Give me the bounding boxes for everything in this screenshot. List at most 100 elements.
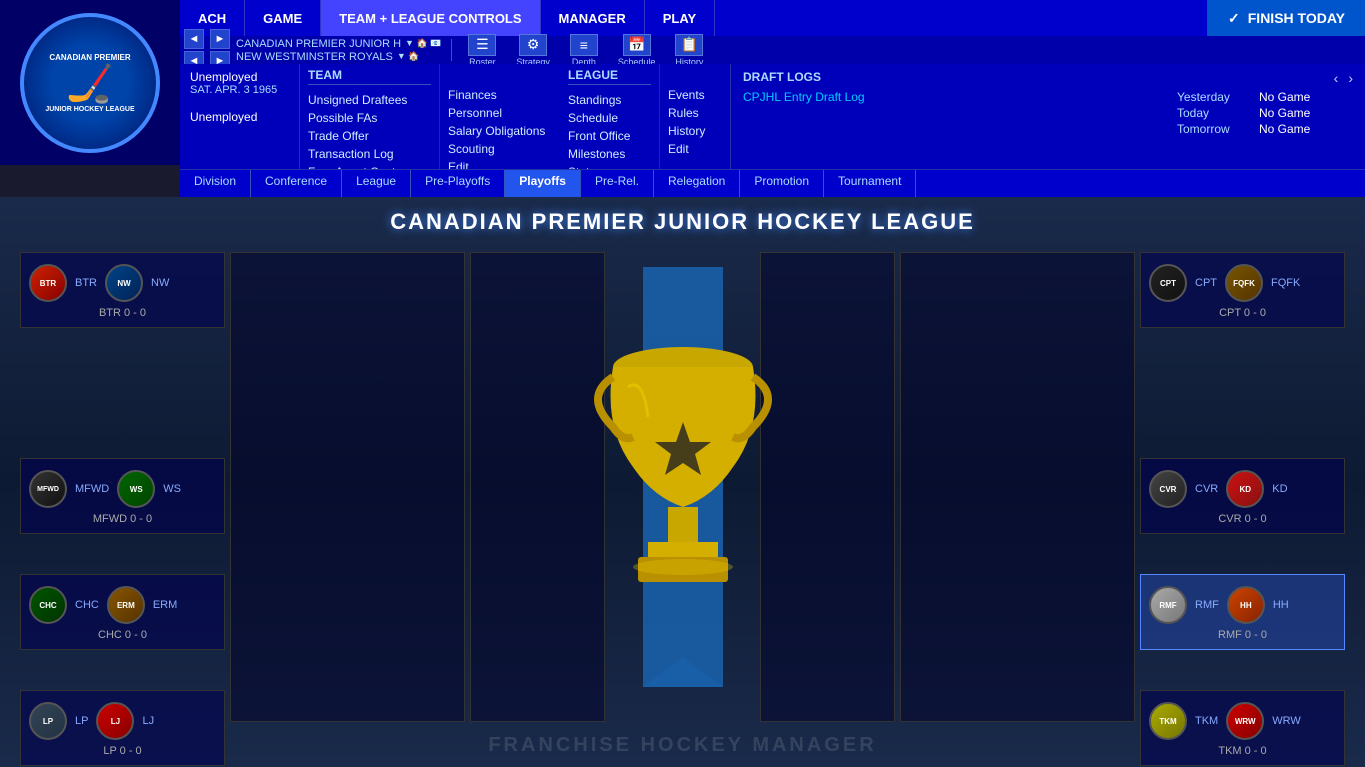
depth-button[interactable]: ≡ Depth — [564, 33, 604, 68]
logo-mfwd: MFWD — [29, 470, 67, 508]
tab-tournament[interactable]: Tournament — [824, 170, 916, 197]
team-link-1[interactable]: CANADIAN PREMIER JUNIOR H ▼ 🏠 📧 — [236, 38, 441, 50]
matchup-tkm-wrw[interactable]: TKM TKM WRW WRW TKM 0 - 0 — [1140, 690, 1345, 766]
schedule-link[interactable]: Schedule — [568, 109, 651, 127]
team-abbr-mfwd: MFWD — [75, 483, 109, 495]
cal-prev-arrow[interactable]: ‹ — [1334, 70, 1339, 86]
matchup-cpt-fqfk[interactable]: CPT CPT FQFK FQFK CPT 0 - 0 — [1140, 252, 1345, 328]
league-edit-link[interactable]: Edit — [668, 140, 722, 158]
logo-cpt: CPT — [1149, 264, 1187, 302]
history-link[interactable]: History — [668, 122, 722, 140]
rules-link[interactable]: Rules — [668, 104, 722, 122]
finances-link[interactable]: Finances — [448, 86, 552, 104]
nav-team-league[interactable]: TEAM + LEAGUE CONTROLS — [321, 0, 540, 36]
check-icon: ✓ — [1228, 10, 1240, 27]
trade-offer[interactable]: Trade Offer — [308, 127, 431, 145]
finish-today-button[interactable]: ✓ FINISH TODAY — [1207, 0, 1365, 36]
trophy-display — [583, 262, 783, 692]
logo-lp: LP — [29, 702, 67, 740]
hockey-player-icon: 🏒 — [66, 62, 113, 106]
draft-log-link[interactable]: CPJHL Entry Draft Log — [743, 90, 865, 104]
nav-play[interactable]: PLAY — [645, 0, 715, 36]
team-abbr-tkm: TKM — [1195, 715, 1218, 727]
cal-next-arrow[interactable]: › — [1348, 70, 1353, 86]
nav-game[interactable]: GAME — [245, 0, 321, 36]
score-mfwd-ws: MFWD 0 - 0 — [29, 513, 216, 525]
score-tkm-wrw: TKM 0 - 0 — [1149, 745, 1336, 757]
score-btr-nw: BTR 0 - 0 — [29, 307, 216, 319]
tab-promotion[interactable]: Promotion — [740, 170, 824, 197]
unsigned-draftees[interactable]: Unsigned Draftees — [308, 91, 431, 109]
matchup-mfwd-ws[interactable]: MFWD MFWD WS WS MFWD 0 - 0 — [20, 458, 225, 534]
logo-hh: HH — [1227, 586, 1265, 624]
league-menu-title: LEAGUE — [568, 68, 651, 85]
tomorrow-value: No Game — [1259, 122, 1310, 136]
logo-fqfk: FQFK — [1225, 264, 1263, 302]
team-abbr-wrw: WRW — [1272, 715, 1301, 727]
tab-pre-rel[interactable]: Pre-Rel. — [581, 170, 654, 197]
fhm-watermark: FRANCHISE HOCKEY MANAGER — [488, 734, 876, 757]
tab-relegation[interactable]: Relegation — [654, 170, 740, 197]
scouting-link[interactable]: Scouting — [448, 140, 552, 158]
team-abbr-lp: LP — [75, 715, 88, 727]
team-abbr-kd: KD — [1272, 483, 1287, 495]
score-cvr-kd: CVR 0 - 0 — [1149, 513, 1336, 525]
logo-cvr: CVR — [1149, 470, 1187, 508]
score-rmf-hh: RMF 0 - 0 — [1149, 629, 1336, 641]
yesterday-label: Yesterday — [1177, 90, 1247, 104]
logo-tkm: TKM — [1149, 702, 1187, 740]
tab-division[interactable]: Division — [180, 170, 251, 197]
history-button[interactable]: 📋 History — [669, 33, 709, 68]
nav-next-arrow[interactable]: ► — [210, 29, 230, 49]
team-abbr-rmf: RMF — [1195, 599, 1219, 611]
tab-pre-playoffs[interactable]: Pre-Playoffs — [411, 170, 505, 197]
matchup-btr-nw[interactable]: BTR BTR NW NW BTR 0 - 0 — [20, 252, 225, 328]
tab-league[interactable]: League — [342, 170, 411, 197]
logo-kd: KD — [1226, 470, 1264, 508]
personnel-link[interactable]: Personnel — [448, 104, 552, 122]
standings-link[interactable]: Standings — [568, 91, 651, 109]
page-title: CANADIAN PREMIER JUNIOR HOCKEY LEAGUE — [0, 197, 1365, 247]
schedule-button[interactable]: 📅 Schedule — [612, 33, 662, 68]
roster-button[interactable]: ☰ Roster — [462, 33, 502, 68]
team-abbr-btr: BTR — [75, 277, 97, 289]
front-office-link[interactable]: Front Office — [568, 127, 651, 145]
today-label: Today — [1177, 106, 1247, 120]
team-link-2[interactable]: NEW WESTMINSTER ROYALS ▼ 🏠 — [236, 51, 441, 63]
team-abbr-cvr: CVR — [1195, 483, 1218, 495]
team-abbr-erm: ERM — [153, 599, 177, 611]
tomorrow-label: Tomorrow — [1177, 122, 1247, 136]
milestones-link[interactable]: Milestones — [568, 145, 651, 163]
logo-nw: NW — [105, 264, 143, 302]
strategy-button[interactable]: ⚙ Strategy — [510, 33, 556, 68]
matchup-chc-erm[interactable]: CHC CHC ERM ERM CHC 0 - 0 — [20, 574, 225, 650]
user-role: Unemployed — [190, 110, 289, 124]
team-abbr-hh: HH — [1273, 599, 1289, 611]
matchup-cvr-kd[interactable]: CVR CVR KD KD CVR 0 - 0 — [1140, 458, 1345, 534]
logo-lj: LJ — [96, 702, 134, 740]
score-lp-lj: LP 0 - 0 — [29, 745, 216, 757]
tab-playoffs[interactable]: Playoffs — [505, 170, 581, 197]
league-logo: CANADIAN PREMIER 🏒 JUNIOR HOCKEY LEAGUE — [0, 0, 180, 165]
possible-fas[interactable]: Possible FAs — [308, 109, 431, 127]
logo-rmf: RMF — [1149, 586, 1187, 624]
team-icons-row1: ▼ 🏠 📧 — [405, 38, 441, 49]
salary-obligations-link[interactable]: Salary Obligations — [448, 122, 552, 140]
nav-prev-arrow[interactable]: ◄ — [184, 29, 204, 49]
logo-chc: CHC — [29, 586, 67, 624]
yesterday-value: No Game — [1259, 90, 1310, 104]
tab-conference[interactable]: Conference — [251, 170, 342, 197]
user-date: SAT. APR. 3 1965 — [190, 84, 289, 96]
logo-wrw: WRW — [1226, 702, 1264, 740]
matchup-rmf-hh[interactable]: RMF RMF HH HH RMF 0 - 0 — [1140, 574, 1345, 650]
logo-erm: ERM — [107, 586, 145, 624]
nav-manager[interactable]: MANAGER — [541, 0, 645, 36]
score-chc-erm: CHC 0 - 0 — [29, 629, 216, 641]
team-abbr-fqfk: FQFK — [1271, 277, 1300, 289]
team-abbr-lj: LJ — [142, 715, 154, 727]
draft-logs-title: DRAFT LOGS — [743, 70, 878, 84]
transaction-log[interactable]: Transaction Log — [308, 145, 431, 163]
events-link[interactable]: Events — [668, 86, 722, 104]
team-abbr-ws: WS — [163, 483, 181, 495]
matchup-lp-lj[interactable]: LP LP LJ LJ LP 0 - 0 — [20, 690, 225, 766]
